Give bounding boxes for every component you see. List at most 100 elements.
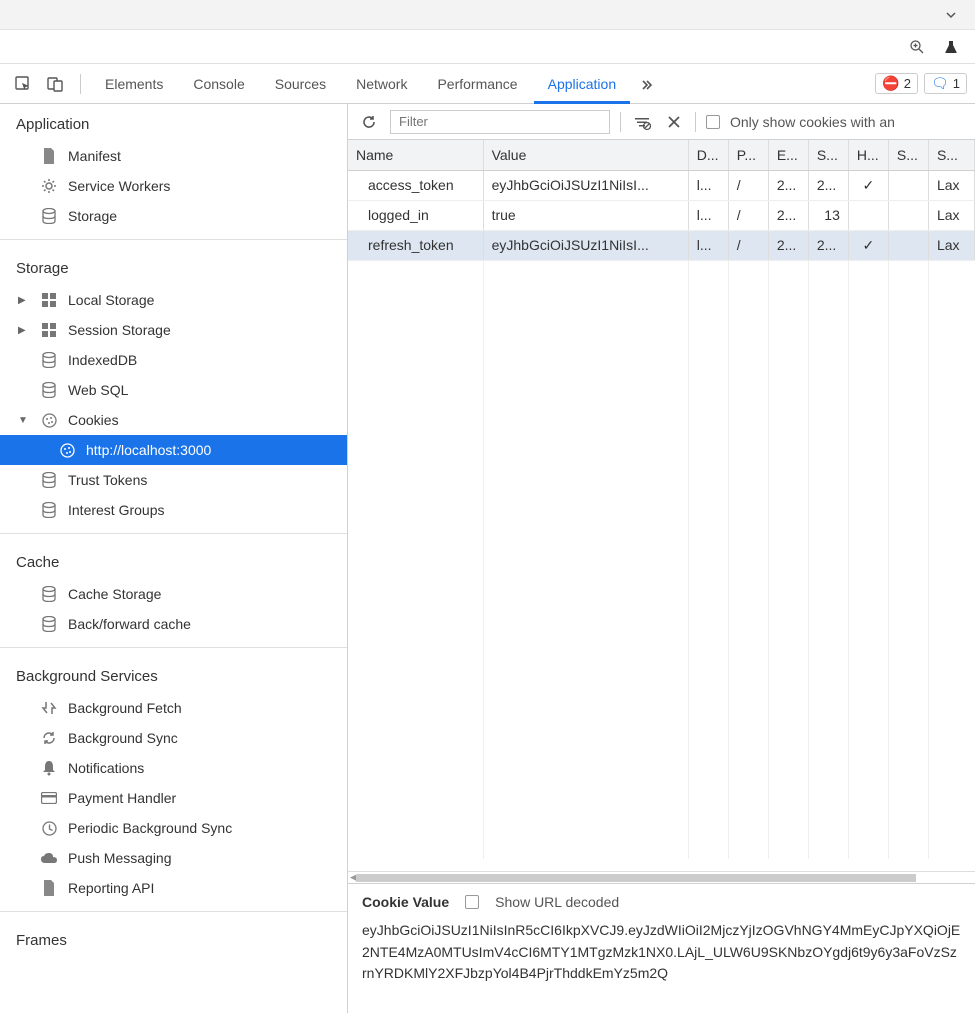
tab-performance[interactable]: Performance — [423, 64, 531, 104]
more-tabs-icon[interactable] — [636, 73, 658, 95]
sidebar-item-interest-groups[interactable]: Interest Groups — [0, 495, 347, 525]
section-application: Application — [0, 104, 347, 141]
cell-samesite: Lax — [928, 200, 974, 230]
sidebar-item-bg-fetch[interactable]: Background Fetch — [0, 693, 347, 723]
cookie-value-text[interactable]: eyJhbGciOiJSUzI1NiIsInR5cCI6IkpXVCJ9.eyJ… — [362, 920, 961, 985]
sidebar-item-label: Interest Groups — [68, 502, 165, 518]
sidebar-item-label: Web SQL — [68, 382, 128, 398]
col-domain[interactable]: D... — [688, 140, 728, 170]
sidebar-item-bg-sync[interactable]: Background Sync — [0, 723, 347, 753]
sidebar-item-label: Cookies — [68, 412, 119, 428]
section-storage: Storage — [0, 248, 347, 285]
sidebar-item-storage[interactable]: Storage — [0, 201, 347, 231]
cookie-toolbar: Only show cookies with an — [348, 104, 975, 140]
chevron-down-icon[interactable] — [945, 9, 957, 21]
sidebar-item-label: Trust Tokens — [68, 472, 147, 488]
sidebar-item-service-workers[interactable]: Service Workers — [0, 171, 347, 201]
col-name[interactable]: Name — [348, 140, 483, 170]
triangle-right-icon: ▶ — [18, 325, 28, 336]
col-path[interactable]: P... — [728, 140, 768, 170]
error-icon: ⛔ — [882, 75, 899, 92]
sidebar-item-periodic-sync[interactable]: Periodic Background Sync — [0, 813, 347, 843]
sidebar-item-websql[interactable]: Web SQL — [0, 375, 347, 405]
col-secure[interactable]: S... — [888, 140, 928, 170]
cell-name: access_token — [348, 170, 483, 200]
device-toggle-icon[interactable] — [44, 73, 66, 95]
error-count-badge[interactable]: ⛔2 — [875, 73, 918, 94]
tab-elements[interactable]: Elements — [91, 64, 177, 104]
grid-icon — [40, 323, 58, 337]
table-row[interactable]: logged_in true l... / 2... 13 Lax — [348, 200, 975, 230]
database-icon — [40, 208, 58, 224]
cell-httponly: ✓ — [848, 230, 888, 260]
col-samesite[interactable]: S... — [928, 140, 974, 170]
sidebar-item-indexeddb[interactable]: IndexedDB — [0, 345, 347, 375]
section-frames: Frames — [0, 920, 347, 957]
only-cookies-label: Only show cookies with an — [730, 114, 895, 130]
sidebar-item-local-storage[interactable]: ▶Local Storage — [0, 285, 347, 315]
sidebar-item-cache-storage[interactable]: Cache Storage — [0, 579, 347, 609]
show-url-decoded-label: Show URL decoded — [495, 894, 619, 910]
col-expires[interactable]: E... — [768, 140, 808, 170]
only-cookies-checkbox[interactable] — [706, 115, 720, 129]
flask-icon[interactable] — [943, 39, 959, 55]
cell-domain: l... — [688, 230, 728, 260]
bell-icon — [40, 760, 58, 776]
clock-icon — [40, 821, 58, 836]
cell-domain: l... — [688, 200, 728, 230]
divider — [0, 533, 347, 534]
cell-size: 13 — [808, 200, 848, 230]
grid-icon — [40, 293, 58, 307]
scrollbar-thumb[interactable] — [356, 874, 916, 882]
cell-size: 2... — [808, 170, 848, 200]
sidebar-item-label: Background Fetch — [68, 700, 182, 716]
filter-input[interactable] — [390, 110, 610, 134]
inspect-element-icon[interactable] — [12, 73, 34, 95]
zoom-icon[interactable] — [909, 39, 925, 55]
sidebar-item-label: IndexedDB — [68, 352, 137, 368]
sidebar-item-push-messaging[interactable]: Push Messaging — [0, 843, 347, 873]
sidebar-item-payment-handler[interactable]: Payment Handler — [0, 783, 347, 813]
horizontal-scrollbar[interactable]: ◀ — [348, 871, 975, 883]
divider — [0, 911, 347, 912]
browser-urlbar — [0, 30, 975, 64]
card-icon — [40, 792, 58, 804]
divider — [80, 74, 81, 94]
tab-console[interactable]: Console — [179, 64, 258, 104]
tab-sources[interactable]: Sources — [261, 64, 340, 104]
col-size[interactable]: S... — [808, 140, 848, 170]
tab-network[interactable]: Network — [342, 64, 421, 104]
cell-value: eyJhbGciOiJSUzI1NiIsI... — [483, 230, 688, 260]
col-httponly[interactable]: H... — [848, 140, 888, 170]
clear-all-button[interactable] — [663, 111, 685, 133]
sidebar-item-session-storage[interactable]: ▶ Session Storage — [0, 315, 347, 345]
sidebar-item-reporting-api[interactable]: Reporting API — [0, 873, 347, 903]
message-count-badge[interactable]: 🗨1 — [924, 73, 967, 94]
cell-name: refresh_token — [348, 230, 483, 260]
show-url-decoded-checkbox[interactable] — [465, 895, 479, 909]
sidebar-item-manifest[interactable]: Manifest — [0, 141, 347, 171]
table-header-row: Name Value D... P... E... S... H... S...… — [348, 140, 975, 170]
col-value[interactable]: Value — [483, 140, 688, 170]
cell-expires: 2... — [768, 230, 808, 260]
refresh-button[interactable] — [358, 111, 380, 133]
clear-filter-button[interactable] — [631, 111, 653, 133]
cookie-icon — [40, 413, 58, 428]
section-cache: Cache — [0, 542, 347, 579]
database-icon — [40, 502, 58, 518]
table-row[interactable]: access_token eyJhbGciOiJSUzI1NiIsI... l.… — [348, 170, 975, 200]
table-row[interactable]: refresh_token eyJhbGciOiJSUzI1NiIsI... l… — [348, 230, 975, 260]
sidebar-item-trust-tokens[interactable]: Trust Tokens — [0, 465, 347, 495]
sidebar-item-bf-cache[interactable]: Back/forward cache — [0, 609, 347, 639]
triangle-right-icon: ▶ — [18, 295, 28, 306]
cell-samesite: Lax — [928, 170, 974, 200]
tab-application[interactable]: Application — [534, 64, 631, 104]
sidebar-item-cookie-host[interactable]: http://localhost:3000 — [0, 435, 347, 465]
sidebar-item-notifications[interactable]: Notifications — [0, 753, 347, 783]
sidebar-item-cookies[interactable]: ▼Cookies — [0, 405, 347, 435]
file-icon — [40, 880, 58, 896]
sidebar-item-label: Session Storage — [68, 322, 171, 338]
cell-httponly: ✓ — [848, 170, 888, 200]
empty-grid — [348, 260, 975, 859]
database-icon — [40, 616, 58, 632]
